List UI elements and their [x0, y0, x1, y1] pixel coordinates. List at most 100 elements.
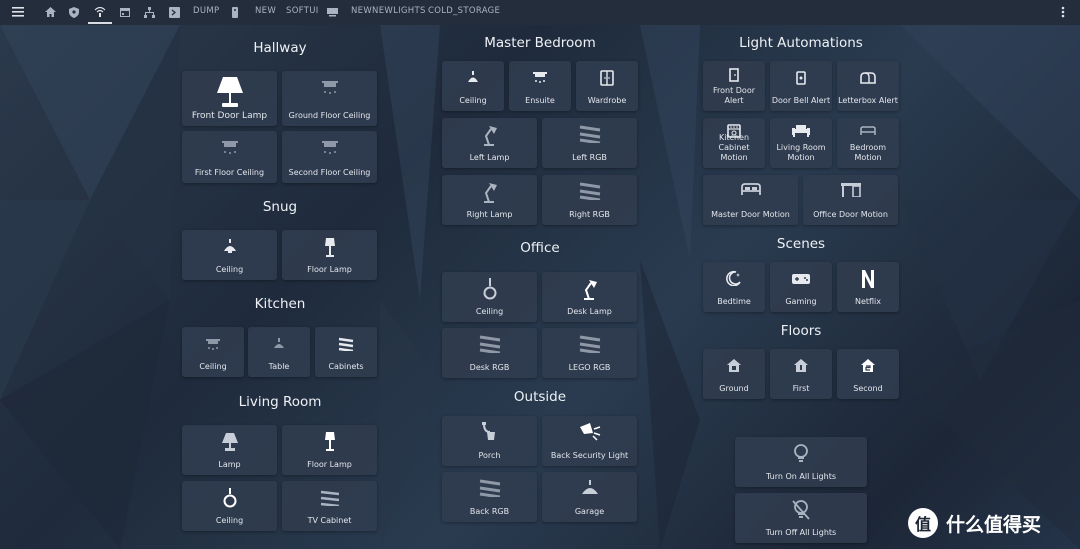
section-title-kitchen: Kitchen	[254, 296, 306, 312]
lightbulb-on-icon	[735, 443, 867, 465]
ceiling-pendant-icon	[182, 488, 277, 508]
tile-scene-netflix[interactable]: Netflix	[837, 262, 899, 312]
desk-lamp-icon	[442, 181, 537, 203]
pendant-light-icon	[442, 71, 504, 85]
tile-living-tv-cabinet[interactable]: TV Cabinet	[282, 481, 377, 531]
tab-dump[interactable]: DUMP	[193, 6, 219, 16]
tile-outside-porch[interactable]: Porch	[442, 416, 537, 466]
tile-outside-back-security-light[interactable]: Back Security Light	[542, 416, 637, 466]
tile-scene-gaming[interactable]: Gaming	[770, 262, 832, 312]
tile-bedroom-right-lamp[interactable]: Right Lamp	[442, 175, 537, 225]
tile-kitchen-ceiling[interactable]: Ceiling	[182, 327, 244, 377]
turn-on-all-lights-button[interactable]: Turn On All Lights	[735, 437, 867, 487]
tile-living-lamp[interactable]: Lamp	[182, 425, 277, 475]
tile-living-room-motion[interactable]: Living Room Motion	[770, 118, 832, 168]
watermark-text: 什么值得买	[946, 513, 1042, 536]
tile-snug-floor-lamp[interactable]: Floor Lamp	[282, 230, 377, 280]
moon-icon	[703, 270, 765, 286]
remote-icon[interactable]	[227, 4, 243, 20]
calendar-icon[interactable]	[117, 4, 133, 20]
led-strip-icon	[542, 335, 637, 353]
section-title-scenes: Scenes	[776, 236, 826, 252]
led-strip-icon	[315, 337, 377, 351]
tile-living-ceiling[interactable]: Ceiling	[182, 481, 277, 531]
tile-floor-ground[interactable]: Ground	[703, 349, 765, 399]
tile-outside-back-rgb[interactable]: Back RGB	[442, 472, 537, 522]
tile-kitchen-table[interactable]: Table	[248, 327, 310, 377]
menu-icon[interactable]	[10, 4, 26, 20]
tile-bedroom-wardrobe[interactable]: Wardrobe	[576, 61, 638, 111]
tile-floor-first[interactable]: First	[770, 349, 832, 399]
tab-newnewlights[interactable]: NEWNEWLIGHTS	[351, 6, 426, 16]
gamepad-icon	[770, 274, 832, 284]
more-vert-icon[interactable]	[1055, 4, 1071, 20]
led-strip-icon	[442, 479, 537, 497]
home-floor-1-icon	[770, 359, 832, 372]
led-strip-icon	[442, 335, 537, 353]
ceiling-light-icon	[182, 339, 244, 350]
router-icon[interactable]	[92, 4, 108, 20]
tile-front-door-lamp[interactable]: Front Door Lamp	[182, 71, 277, 126]
tile-floor-second[interactable]: Second	[837, 349, 899, 399]
tile-office-ceiling[interactable]: Ceiling	[442, 272, 537, 322]
tile-first-floor-ceiling[interactable]: First Floor Ceiling	[182, 131, 277, 183]
led-strip-icon	[542, 125, 637, 143]
tile-kitchen-cabinet-motion[interactable]: Kitchen Cabinet Motion	[703, 118, 765, 168]
tile-office-lego-rgb[interactable]: LEGO RGB	[542, 328, 637, 378]
section-title-light-automations: Light Automations	[739, 35, 863, 51]
tile-outside-garage[interactable]: Garage	[542, 472, 637, 522]
tab-cold-storage[interactable]: COLD_STORAGE	[428, 6, 500, 16]
watermark-logo: 值 什么值得买	[908, 506, 1080, 540]
tile-bedroom-ensuite[interactable]: Ensuite	[509, 61, 571, 111]
door-icon	[703, 68, 765, 82]
netflix-icon	[837, 270, 899, 288]
sofa-icon	[770, 125, 832, 137]
tile-bedroom-motion[interactable]: Bedroom Motion	[837, 118, 899, 168]
stove-icon	[703, 124, 765, 138]
tile-second-floor-ceiling[interactable]: Second Floor Ceiling	[282, 131, 377, 183]
wall-light-icon	[442, 422, 537, 442]
tile-front-door-alert[interactable]: Front Door Alert	[703, 61, 765, 111]
led-strip-icon	[282, 490, 377, 506]
tile-scene-bedtime[interactable]: Bedtime	[703, 262, 765, 312]
home-floor-0-icon	[703, 359, 765, 372]
lamp-icon	[182, 433, 277, 451]
mailbox-icon	[837, 72, 899, 84]
tile-kitchen-cabinets[interactable]: Cabinets	[315, 327, 377, 377]
top-bar: DUMP NEW SOFTUI NEWNEWLIGHTS COLD_STORAG…	[0, 0, 1080, 25]
tile-bedroom-ceiling[interactable]: Ceiling	[442, 61, 504, 111]
tab-new[interactable]: NEW	[255, 6, 276, 16]
tv-icon[interactable]	[324, 4, 340, 20]
desk-lamp-icon	[542, 278, 637, 300]
tile-office-door-motion[interactable]: Office Door Motion	[803, 175, 898, 225]
tile-letterbox-alert[interactable]: Letterbox Alert	[837, 61, 899, 111]
tile-snug-ceiling[interactable]: Ceiling	[182, 230, 277, 280]
tile-door-bell-alert[interactable]: Door Bell Alert	[770, 61, 832, 111]
shield-icon[interactable]	[66, 4, 82, 20]
tile-bedroom-left-rgb[interactable]: Left RGB	[542, 118, 637, 168]
tile-living-floor-lamp[interactable]: Floor Lamp	[282, 425, 377, 475]
tile-master-door-motion[interactable]: Master Door Motion	[703, 175, 798, 225]
pendant-light-icon	[182, 239, 277, 254]
tile-office-desk-rgb[interactable]: Desk RGB	[442, 328, 537, 378]
tab-softui[interactable]: SOFTUI	[286, 6, 319, 16]
ceiling-light-icon	[182, 141, 277, 154]
doorbell-icon	[770, 71, 832, 85]
turn-off-all-lights-button[interactable]: Turn Off All Lights	[735, 493, 867, 543]
home-floor-2-icon	[837, 359, 899, 372]
tile-bedroom-left-lamp[interactable]: Left Lamp	[442, 118, 537, 168]
watermark-symbol: 值	[908, 508, 938, 538]
section-title-snug: Snug	[262, 199, 298, 215]
terminal-icon[interactable]	[166, 4, 182, 20]
tile-office-desk-lamp[interactable]: Desk Lamp	[542, 272, 637, 322]
desk-icon	[803, 183, 898, 197]
tile-ground-floor-ceiling[interactable]: Ground Floor Ceiling	[282, 71, 377, 126]
desk-lamp-icon	[442, 124, 537, 146]
pendant-light-icon	[542, 480, 637, 496]
home-icon[interactable]	[42, 4, 58, 20]
section-title-living-room: Living Room	[238, 394, 322, 410]
floodlight-icon	[542, 421, 637, 441]
tile-bedroom-right-rgb[interactable]: Right RGB	[542, 175, 637, 225]
ceiling-light-icon	[282, 81, 377, 94]
network-icon[interactable]	[141, 4, 157, 20]
